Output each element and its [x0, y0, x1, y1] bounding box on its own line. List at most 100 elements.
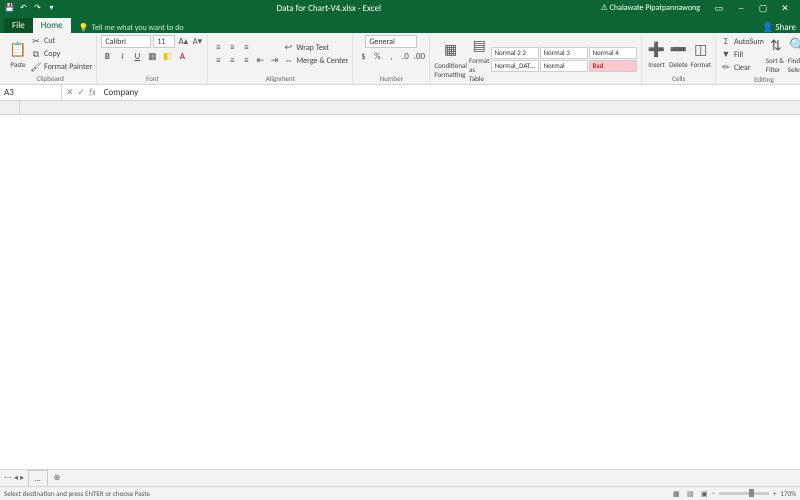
- font-color-button[interactable]: A: [176, 50, 188, 62]
- currency-icon[interactable]: $: [357, 50, 369, 62]
- bulb-icon: 💡: [79, 23, 89, 33]
- cancel-formula-icon[interactable]: ✕: [66, 87, 74, 98]
- enter-formula-icon[interactable]: ✓: [78, 87, 86, 98]
- name-box[interactable]: A3: [0, 85, 62, 100]
- new-sheet-button[interactable]: ⊕: [48, 470, 67, 486]
- status-bar: Select destination and press ENTER or ch…: [0, 486, 800, 500]
- column-headers: [0, 101, 800, 115]
- select-all-corner[interactable]: [0, 101, 20, 114]
- format-painter-button[interactable]: 🖌Format Painter: [30, 61, 92, 73]
- brush-icon: 🖌: [30, 61, 42, 73]
- undo-icon[interactable]: ↶: [18, 3, 29, 14]
- copy-button[interactable]: ⧉Copy: [30, 48, 92, 60]
- tab-file[interactable]: File: [4, 18, 33, 33]
- clear-button[interactable]: ✏Clear: [720, 62, 764, 74]
- align-center-icon[interactable]: ≡: [226, 55, 238, 67]
- number-format-select[interactable]: General: [365, 35, 417, 48]
- format-cells-button[interactable]: ◫Format: [690, 39, 710, 69]
- table-icon: ▤: [469, 35, 489, 55]
- copy-icon: ⧉: [30, 48, 42, 60]
- align-middle-icon[interactable]: ≡: [226, 42, 238, 54]
- fill-button[interactable]: ▼Fill: [720, 49, 764, 61]
- find-select-button[interactable]: 🔍Find & Select: [788, 35, 800, 74]
- merge-center-button[interactable]: ⇔Merge & Center: [282, 55, 348, 67]
- warning-icon: ⚠: [601, 3, 608, 13]
- cut-button[interactable]: ✂Cut: [30, 35, 92, 47]
- underline-button[interactable]: U: [131, 50, 143, 62]
- bold-button[interactable]: B: [101, 50, 113, 62]
- ribbon-options-icon[interactable]: ▭: [708, 3, 730, 14]
- autosum-button[interactable]: ΣAutoSum: [720, 36, 764, 48]
- align-top-icon[interactable]: ≡: [212, 42, 224, 54]
- format-icon: ◫: [691, 39, 711, 59]
- sheet-nav-prev-icon[interactable]: ◂: [14, 473, 18, 483]
- sheet-tab-more[interactable]: …: [28, 470, 48, 486]
- style-normaldat[interactable]: Normal_DAT…: [491, 60, 539, 72]
- formula-bar[interactable]: Company: [100, 87, 800, 98]
- align-bottom-icon[interactable]: ≡: [240, 42, 252, 54]
- close-button[interactable]: ✕: [774, 3, 796, 14]
- zoom-level[interactable]: 170%: [780, 489, 796, 498]
- sigma-icon: Σ: [720, 36, 732, 48]
- ribbon-group-styles: ▦Conditional Formatting ▤Format as Table…: [430, 35, 642, 84]
- insert-cells-button[interactable]: ➕Insert: [646, 39, 666, 69]
- maximize-button[interactable]: ▢: [752, 3, 774, 14]
- wrap-text-button[interactable]: ↩Wrap Text: [282, 42, 348, 54]
- worksheet-grid: [0, 101, 800, 469]
- save-icon[interactable]: 💾: [4, 3, 15, 14]
- tell-me[interactable]: 💡Tell me what you want to do: [79, 23, 184, 33]
- view-break-icon[interactable]: ▣: [697, 489, 711, 498]
- paste-icon: 📋: [8, 39, 28, 59]
- dec-decimal-icon[interactable]: .00: [413, 50, 425, 62]
- style-normal4[interactable]: Normal 4: [589, 47, 637, 59]
- fill-color-button[interactable]: ◧: [161, 50, 173, 62]
- grow-font-icon[interactable]: A▴: [177, 35, 189, 47]
- formula-bar-row: A3 ✕ ✓ fx Company: [0, 85, 800, 101]
- delete-cells-button[interactable]: ➖Delete: [668, 39, 688, 69]
- zoom-out-icon[interactable]: −: [711, 489, 715, 498]
- zoom-slider[interactable]: [719, 492, 769, 495]
- view-layout-icon[interactable]: ▤: [683, 489, 697, 498]
- indent-dec-icon[interactable]: ⇤: [254, 55, 266, 67]
- delete-icon: ➖: [668, 39, 688, 59]
- ribbon-group-font: Calibri 11 A▴ A▾ B I U ▦ ◧ A Font: [97, 35, 208, 84]
- tab-home[interactable]: Home: [33, 18, 71, 33]
- comma-icon[interactable]: ,: [385, 50, 397, 62]
- shrink-font-icon[interactable]: A▾: [191, 35, 203, 47]
- group-label: Alignment: [212, 73, 348, 84]
- group-label: Clipboard: [8, 73, 92, 84]
- percent-icon[interactable]: %: [371, 50, 383, 62]
- style-bad[interactable]: Bad: [589, 60, 637, 72]
- minimize-button[interactable]: ─: [730, 3, 752, 14]
- format-as-table-button[interactable]: ▤Format as Table: [469, 35, 489, 83]
- share-button[interactable]: 👤 Share: [762, 22, 796, 33]
- group-label: Cells: [646, 73, 710, 84]
- titlebar: 💾 ↶ ↷ ▾ Data for Chart-V4.xlsx - Excel ⚠…: [0, 0, 800, 16]
- user-name[interactable]: ⚠ Chalawate Pipatpannawong: [601, 3, 700, 13]
- eraser-icon: ✏: [720, 62, 732, 74]
- inc-decimal-icon[interactable]: .0: [399, 50, 411, 62]
- indent-inc-icon[interactable]: ⇥: [268, 55, 280, 67]
- style-normal22[interactable]: Normal 2 2: [491, 47, 539, 59]
- paste-button[interactable]: 📋Paste: [8, 39, 28, 69]
- redo-icon[interactable]: ↷: [32, 3, 43, 14]
- italic-button[interactable]: I: [116, 50, 128, 62]
- zoom-in-icon[interactable]: +: [773, 489, 777, 498]
- font-name-select[interactable]: Calibri: [101, 35, 151, 48]
- fx-icon[interactable]: fx: [89, 87, 96, 98]
- style-normal[interactable]: Normal: [540, 60, 588, 72]
- align-left-icon[interactable]: ≡: [212, 55, 224, 67]
- border-button[interactable]: ▦: [146, 50, 158, 62]
- group-label: Font: [101, 73, 203, 84]
- conditional-formatting-button[interactable]: ▦Conditional Formatting: [434, 40, 467, 79]
- sort-filter-button[interactable]: ⇅Sort & Filter: [766, 35, 786, 74]
- status-message: Select destination and press ENTER or ch…: [4, 489, 150, 498]
- font-size-select[interactable]: 11: [153, 35, 175, 48]
- align-right-icon[interactable]: ≡: [240, 55, 252, 67]
- group-label: Editing: [720, 74, 800, 85]
- view-normal-icon[interactable]: ▦: [669, 489, 683, 498]
- sheet-nav-menu-icon[interactable]: ⋯: [4, 473, 12, 483]
- sheet-nav-next-icon[interactable]: ▸: [20, 473, 24, 483]
- qat-more-icon[interactable]: ▾: [46, 3, 57, 14]
- style-normal3[interactable]: Normal 3: [540, 47, 588, 59]
